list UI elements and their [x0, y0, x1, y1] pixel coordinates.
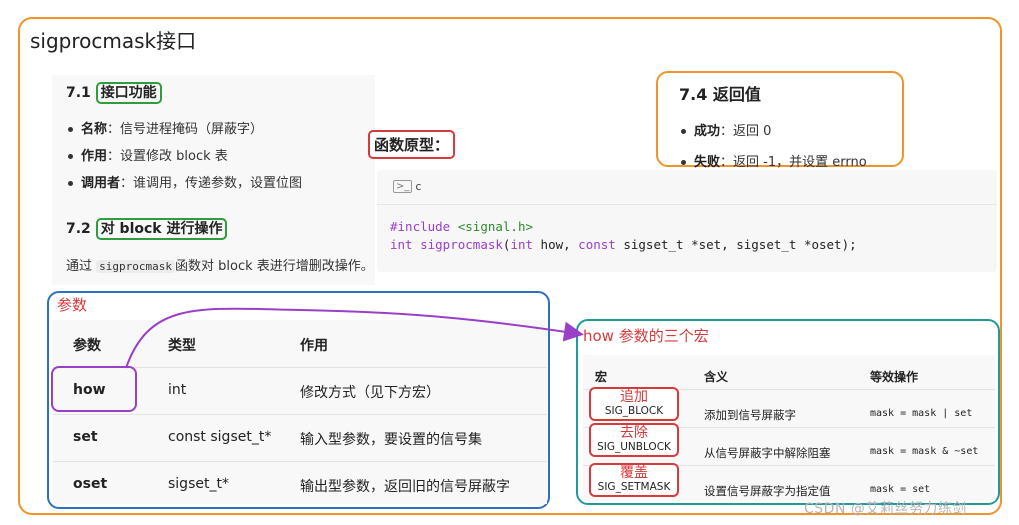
watermark: CSDN @艾莉丝努力练剑	[804, 501, 967, 517]
how-to-macros-arrow	[125, 307, 584, 369]
arrow-line	[125, 307, 584, 369]
